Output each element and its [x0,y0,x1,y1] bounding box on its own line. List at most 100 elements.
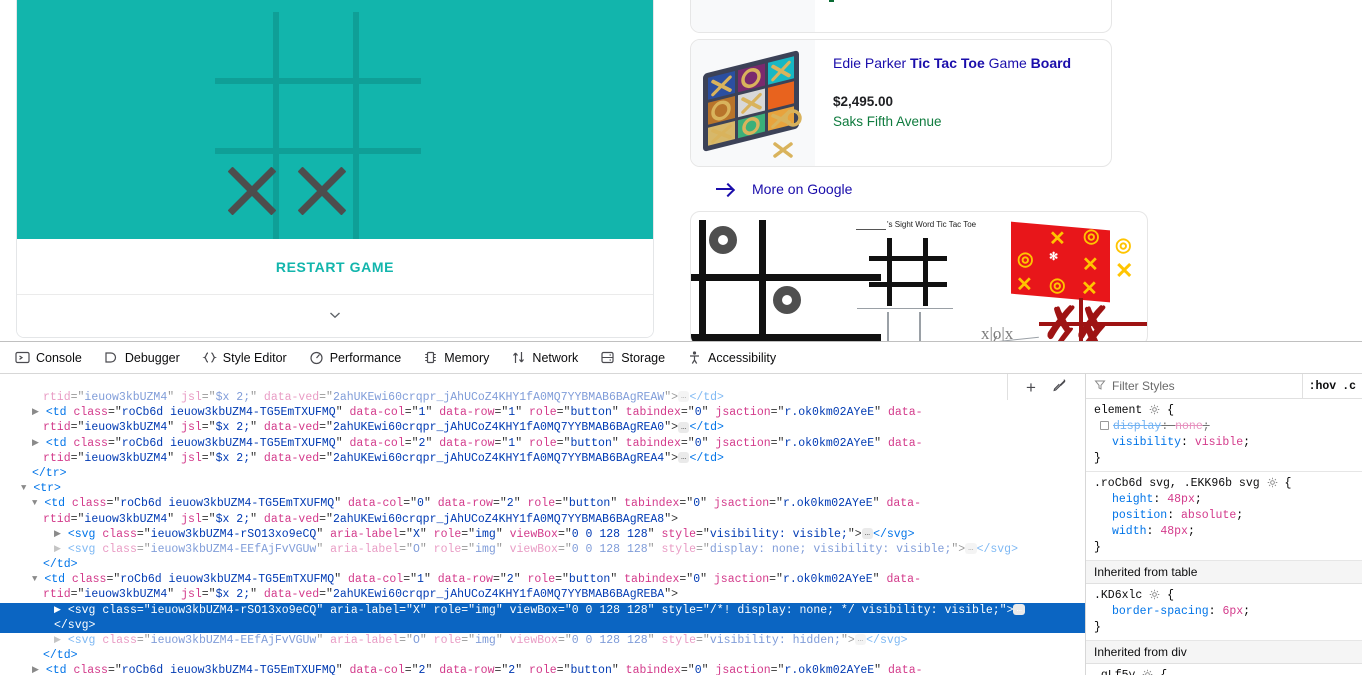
code-token: =" [404,664,419,675]
css-declaration[interactable]: visibility: visible; [1094,435,1362,451]
css-rule[interactable]: .qLf5y {color: rgba(0,0,0,.54);} [1086,664,1362,675]
markup-line[interactable]: rtid="ieuow3kbUZM4" jsl="$x 2;" data-ved… [0,512,1085,527]
twisty-collapsed-icon[interactable]: ▶ [54,529,61,539]
css-property[interactable]: height [1112,493,1153,506]
restart-game-button[interactable]: RESTART GAME [276,259,394,275]
board-cell-r2c1-mark-x[interactable] [297,166,347,216]
css-value[interactable]: 48px [1160,525,1188,538]
markup-line[interactable]: rtid="ieuow3kbUZM4" jsl="$x 2;" data-ved… [0,420,1085,435]
tab-accessibility[interactable]: Accessibility [676,342,787,374]
markup-line[interactable]: ▼ <td class="roCb6d ieuow3kbUZM4-TG5EmTX… [0,572,1085,587]
pseudo-class-buttons[interactable]: :hov .c [1301,374,1362,398]
twisty-collapsed-icon[interactable]: ▶ [32,407,39,417]
hov-button[interactable]: :hov [1309,380,1337,393]
ellipsis-expander[interactable]: … [965,543,977,555]
css-value[interactable]: absolute [1181,509,1236,522]
markup-line[interactable]: ▶ <svg class="ieuow3kbUZM4-EEfAjFvVGUw" … [0,542,1085,557]
css-value[interactable]: 6px [1222,605,1243,618]
markup-line[interactable]: </svg> [0,617,1085,633]
board-cell-r2c0-mark-x[interactable] [227,166,277,216]
markup-line[interactable]: ▶ <svg class="ieuow3kbUZM4-EEfAjFvVGUw" … [0,633,1085,648]
markup-line[interactable]: ▶ <td class="roCb6d ieuow3kbUZM4-TG5EmTX… [0,405,1085,420]
markup-code-lines[interactable]: rtid="ieuow3kbUZM4" jsl="$x 2;" data-ved… [0,390,1085,675]
css-property[interactable]: position [1112,509,1167,522]
css-declaration[interactable]: border-spacing: 6px; [1094,604,1362,620]
tab-style-editor[interactable]: Style Editor [191,342,298,374]
css-rule[interactable]: element {display: none; visibility: visib… [1086,399,1362,472]
add-node-button[interactable]: + [1026,379,1036,396]
expand-row[interactable] [17,295,653,337]
css-declaration[interactable]: display: none; [1094,419,1362,435]
css-property[interactable]: width [1112,525,1147,538]
css-selector[interactable]: element { [1094,403,1362,419]
tab-network[interactable]: Network [500,342,589,374]
markup-line[interactable]: rtid="ieuow3kbUZM4" jsl="$x 2;" data-ved… [0,390,1085,405]
code-token: =" [136,542,151,556]
class-button[interactable]: .c [1342,380,1356,393]
markup-line[interactable]: </td> [0,557,1085,572]
code-token: " [610,497,625,511]
styles-rules-list: element {display: none; visibility: visib… [1086,399,1362,675]
markup-line[interactable]: ▶ <svg class="ieuow3kbUZM4-rSO13xo9eCQ" … [0,527,1085,542]
css-rule[interactable]: .KD6xlc {border-spacing: 6px;} [1086,584,1362,641]
code-token: jsaction [713,497,770,511]
markup-line[interactable]: ▼ <tr> [0,481,1085,496]
twisty-collapsed-icon[interactable]: ▶ [54,635,61,645]
code-token: data-ved [263,391,320,404]
markup-line[interactable]: </td> [0,648,1085,663]
ellipsis-expander[interactable]: … [1013,604,1025,616]
tab-debugger[interactable]: Debugger [93,342,191,374]
previous-result-card-clipped[interactable] [690,0,1112,33]
css-declaration[interactable]: width: 48px; [1094,524,1362,540]
code-token: </td> [43,649,78,663]
twisty-collapsed-icon[interactable]: ▶ [32,665,39,675]
markup-line[interactable]: ▶ <td class="roCb6d ieuow3kbUZM4-TG5EmTX… [0,663,1085,675]
css-value[interactable]: visible [1195,436,1243,449]
ellipsis-expander[interactable]: … [861,528,874,540]
twisty-expanded-icon[interactable]: ▼ [32,574,37,584]
tab-memory[interactable]: Memory [412,342,500,374]
css-rule[interactable]: .roCb6d svg, .EKK96b svg {height: 48px; p… [1086,472,1362,561]
ellipsis-expander[interactable]: … [854,634,867,646]
code-token: =" [107,436,122,450]
ellipsis-expander[interactable]: … [678,452,690,464]
product-title[interactable]: Edie Parker Tic Tac Toe Game Board [833,54,1095,72]
markup-line[interactable]: ▶ <td class="roCb6d ieuow3kbUZM4-TG5EmTX… [0,436,1085,451]
css-property[interactable]: visibility [1112,436,1181,449]
twisty-collapsed-icon[interactable]: ▶ [54,605,61,615]
code-token: "> [664,512,679,526]
code-token: " [334,573,348,587]
markup-line[interactable]: rtid="ieuow3kbUZM4" jsl="$x 2;" data-ved… [0,587,1085,602]
css-declaration[interactable]: position: absolute; [1094,508,1362,524]
markup-view[interactable]: + rtid="ieuow3kbUZM4" jsl="$x 2;" data-v… [0,374,1086,675]
css-property[interactable]: display [1113,420,1161,433]
css-property[interactable]: border-spacing [1112,605,1209,618]
tab-console[interactable]: Console [4,342,93,374]
chevron-down-icon[interactable] [327,307,343,327]
css-value[interactable]: 48px [1167,493,1195,506]
twisty-collapsed-icon[interactable]: ▶ [32,438,39,448]
tab-performance[interactable]: Performance [298,342,413,374]
css-selector[interactable]: .qLf5y { [1094,668,1362,675]
ellipsis-expander[interactable]: … [678,391,690,403]
css-value[interactable]: none [1175,420,1203,433]
markup-line[interactable]: ▼ <td class="roCb6d ieuow3kbUZM4-TG5EmTX… [0,496,1085,511]
twisty-expanded-icon[interactable]: ▼ [21,483,26,493]
markup-line[interactable]: </tr> [0,466,1085,481]
eyedropper-icon[interactable] [1052,377,1067,397]
image-results-strip[interactable]: 's Sight Word Tic Tac Toe x|o|x ╱ ✕ ◎ ◎ … [690,211,1148,341]
more-on-google-link[interactable]: More on Google [690,167,1112,207]
css-selector[interactable]: .roCb6d svg, .EKK96b svg { [1094,476,1362,492]
tab-storage[interactable]: Storage [589,342,676,374]
markup-line[interactable]: ▶ <svg class="ieuow3kbUZM4-rSO13xo9eCQ" … [0,602,1085,618]
twisty-expanded-icon[interactable]: ▼ [32,498,37,508]
declaration-toggle-checkbox[interactable] [1100,421,1109,430]
filter-styles-input[interactable]: Filter Styles [1086,379,1302,394]
ellipsis-expander[interactable]: … [678,421,690,433]
markup-line[interactable]: rtid="ieuow3kbUZM4" jsl="$x 2;" data-ved… [0,451,1085,466]
twisty-collapsed-icon[interactable]: ▶ [54,544,61,554]
code-token: " [701,664,716,675]
product-result-card[interactable]: Edie Parker Tic Tac Toe Game Board $2,49… [690,39,1112,167]
css-declaration[interactable]: height: 48px; [1094,492,1362,508]
css-selector[interactable]: .KD6xlc { [1094,588,1362,604]
